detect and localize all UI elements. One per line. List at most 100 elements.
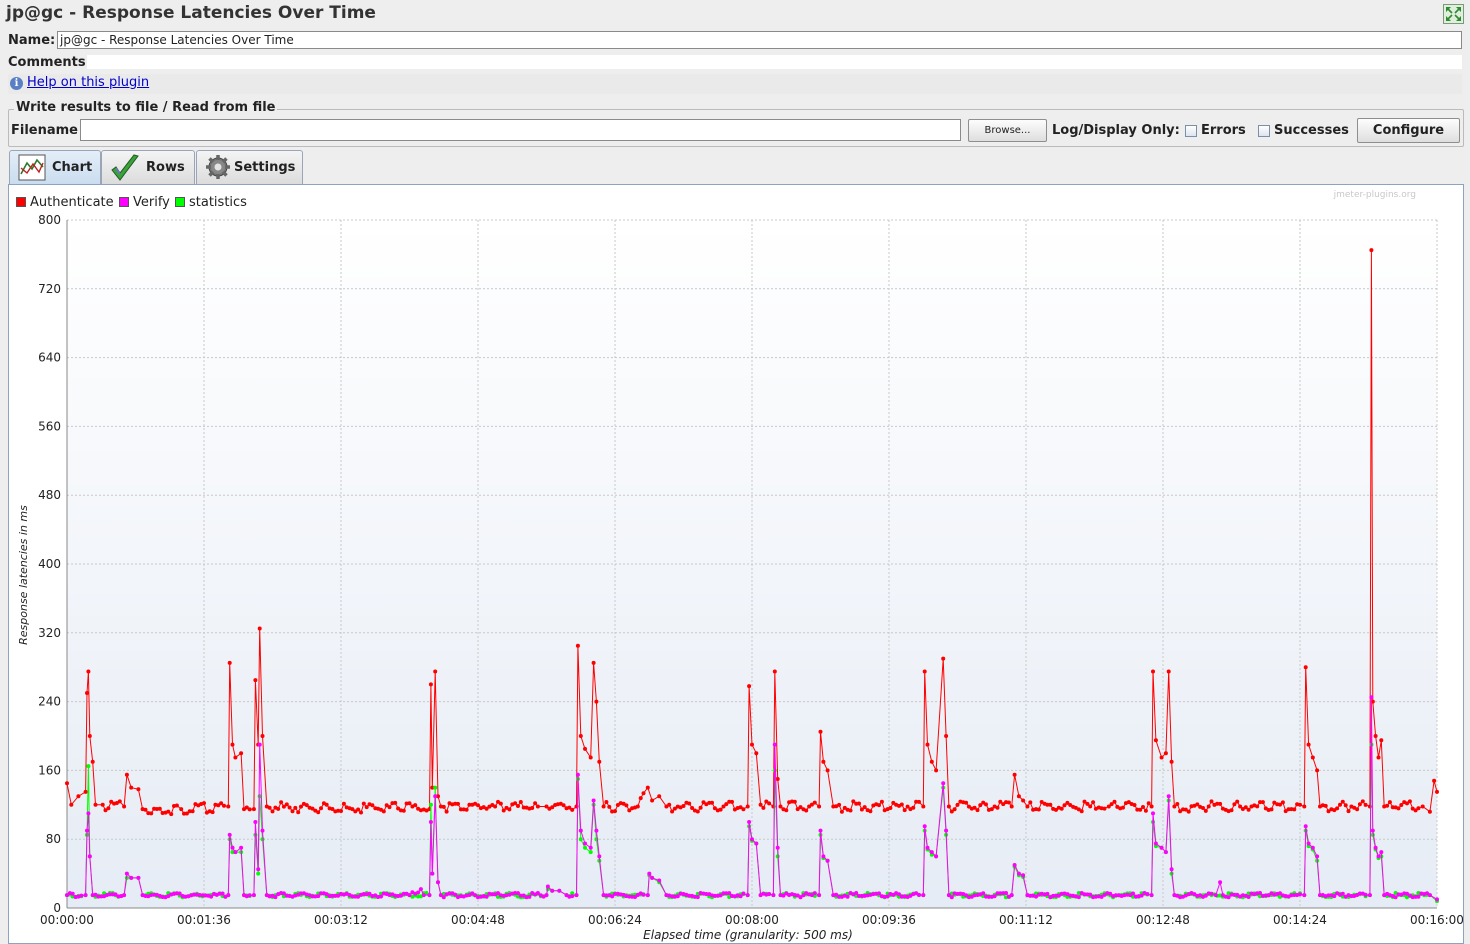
data-point-verify [1302, 893, 1307, 898]
data-point-authenticate [1357, 802, 1362, 807]
data-point-verify [1369, 695, 1374, 700]
data-point-statistics [86, 764, 91, 769]
data-point-authenticate [641, 791, 646, 796]
comments-field[interactable] [87, 55, 1462, 69]
data-point-authenticate [174, 803, 179, 808]
data-point-authenticate [270, 809, 275, 814]
data-point-verify [1012, 863, 1017, 867]
tab-chart[interactable]: Chart [9, 150, 101, 185]
data-point-verify [1310, 845, 1315, 850]
data-point-authenticate [1146, 801, 1151, 806]
data-point-authenticate [604, 800, 609, 804]
data-point-authenticate [284, 802, 289, 807]
data-point-verify [641, 892, 646, 897]
data-point-verify [588, 845, 593, 850]
data-point-verify [1151, 811, 1155, 816]
data-point-authenticate [1369, 248, 1374, 253]
data-point-authenticate [1149, 804, 1154, 809]
data-point-authenticate [1432, 778, 1437, 783]
data-point-verify [1367, 893, 1372, 898]
name-field[interactable]: jp@gc - Response Latencies Over Time [57, 31, 1462, 49]
data-point-authenticate [257, 626, 262, 631]
data-point-authenticate [1151, 669, 1155, 674]
data-point-verify [754, 841, 759, 846]
help-link[interactable]: Help on this plugin [27, 75, 149, 90]
data-point-authenticate [293, 805, 298, 810]
data-point-verify [1376, 854, 1381, 859]
expand-icon[interactable] [1443, 4, 1464, 24]
data-point-authenticate [925, 742, 930, 747]
data-point-authenticate [535, 804, 540, 809]
data-point-authenticate [1091, 800, 1096, 805]
data-point-statistics [433, 785, 438, 790]
data-point-verify [727, 891, 732, 896]
data-point-verify [745, 893, 750, 898]
data-point-authenticate [934, 768, 939, 773]
data-point-verify [70, 891, 75, 896]
data-point-authenticate [1186, 809, 1191, 814]
data-point-authenticate [267, 805, 272, 810]
data-point-authenticate [607, 804, 612, 809]
data-point-authenticate [1338, 802, 1342, 807]
filename-input[interactable] [80, 119, 961, 141]
x-tick-label: 00:09:36 [862, 913, 916, 927]
successes-checkbox[interactable] [1258, 125, 1270, 137]
data-point-authenticate [1206, 804, 1211, 809]
data-point-verify [917, 892, 921, 897]
data-point-verify [772, 742, 777, 747]
data-point-authenticate [1269, 807, 1274, 812]
data-point-authenticate [464, 807, 469, 812]
data-point-authenticate [624, 803, 629, 808]
tab-rows[interactable]: Rows [101, 150, 195, 184]
data-point-authenticate [476, 803, 480, 808]
data-point-authenticate [1121, 805, 1125, 810]
data-point-authenticate [1025, 804, 1030, 809]
data-point-authenticate [316, 810, 321, 815]
data-point-authenticate [1009, 804, 1014, 809]
data-point-verify [441, 895, 446, 900]
data-point-verify [418, 887, 423, 892]
filename-label: Filename [11, 123, 78, 138]
data-point-authenticate [456, 801, 460, 806]
data-point-authenticate [902, 808, 907, 813]
data-point-authenticate [533, 801, 538, 806]
data-point-verify [981, 891, 986, 896]
data-point-verify [129, 875, 134, 880]
data-point-authenticate [1102, 806, 1107, 811]
data-point-authenticate [1016, 794, 1021, 799]
data-point-verify [484, 894, 489, 899]
errors-checkbox[interactable] [1185, 125, 1197, 137]
data-point-authenticate [772, 669, 777, 674]
data-point-authenticate [530, 806, 535, 810]
data-point-authenticate [1088, 804, 1093, 809]
data-point-authenticate [143, 807, 148, 812]
data-point-authenticate [1246, 807, 1251, 812]
data-point-verify [817, 893, 822, 898]
data-point-verify [136, 875, 141, 880]
data-point-authenticate [1280, 800, 1285, 805]
configure-button[interactable]: Configure [1357, 118, 1460, 143]
data-point-verify [1209, 891, 1214, 896]
data-point-verify [944, 828, 949, 833]
browse-button[interactable]: Browse... [968, 119, 1047, 142]
data-point-authenticate [444, 809, 449, 814]
data-point-authenticate [190, 809, 195, 814]
data-point-authenticate [952, 807, 957, 812]
x-tick-label: 00:11:12 [999, 913, 1053, 927]
data-point-verify [122, 893, 127, 898]
data-point-authenticate [296, 810, 301, 815]
latency-chart: 080160240320400480560640720800 00:00:00 0… [17, 190, 1463, 942]
tab-settings[interactable]: Settings [196, 150, 303, 184]
data-point-authenticate [657, 794, 662, 799]
y-tick-label: 320 [38, 626, 61, 640]
data-point-authenticate [339, 809, 343, 813]
data-point-authenticate [1302, 804, 1307, 809]
data-point-verify [273, 895, 278, 900]
data-point-verify [230, 845, 235, 850]
data-point-authenticate [591, 660, 596, 665]
data-point-authenticate [1143, 808, 1148, 813]
data-point-verify [1363, 892, 1368, 897]
data-point-verify [1379, 850, 1384, 855]
x-tick-label: 00:14:24 [1273, 913, 1327, 927]
help-row: i Help on this plugin [8, 74, 1462, 94]
